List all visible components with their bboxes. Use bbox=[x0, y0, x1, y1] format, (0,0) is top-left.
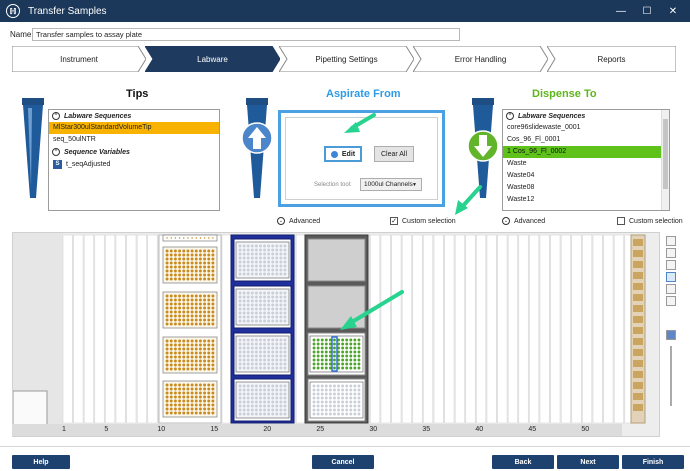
bottom-bar: Help Cancel Back Next Finish bbox=[0, 446, 690, 471]
cancel-button[interactable]: Cancel bbox=[312, 455, 374, 469]
back-button[interactable]: Back bbox=[492, 455, 554, 469]
step-label: Error Handling bbox=[454, 54, 507, 64]
step-label: Labware bbox=[197, 54, 228, 64]
step-label: Instrument bbox=[60, 54, 98, 64]
help-button[interactable]: Help bbox=[12, 455, 70, 469]
step-label: Reports bbox=[597, 54, 626, 64]
annotation-arrows bbox=[340, 113, 482, 330]
finish-button[interactable]: Finish bbox=[622, 455, 684, 469]
next-button[interactable]: Next bbox=[557, 455, 619, 469]
step-label: Pipetting Settings bbox=[315, 54, 378, 64]
